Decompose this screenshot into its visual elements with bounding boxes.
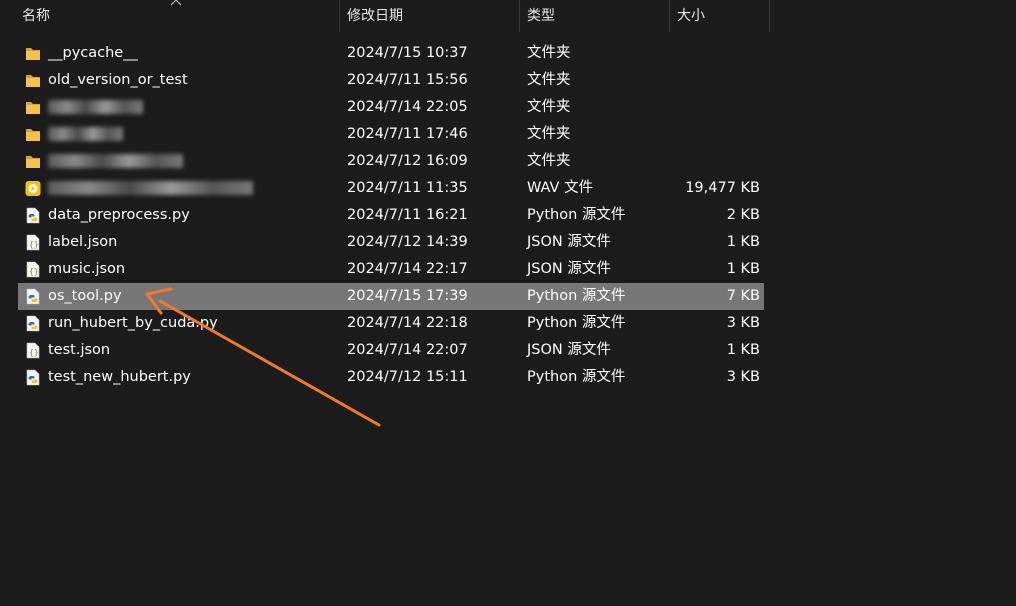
file-modified-date: 2024/7/14 22:17 xyxy=(347,261,468,277)
file-name: run_hubert_by_cuda.py xyxy=(48,315,218,331)
file-size: 3 KB xyxy=(726,369,760,385)
redacted-name xyxy=(48,127,123,141)
file-row[interactable]: old_version_or_test 2024/7/11 15:56 文件夹 xyxy=(0,67,770,94)
folder-icon xyxy=(25,126,41,143)
file-type: JSON 源文件 xyxy=(527,234,611,250)
file-modified-date: 2024/7/11 16:21 xyxy=(347,207,468,223)
file-row[interactable]: {} test.json 2024/7/14 22:07 JSON 源文件 1 KB xyxy=(0,337,770,364)
file-type: 文件夹 xyxy=(527,72,571,88)
file-row-selected[interactable]: os_tool.py 2024/7/15 17:39 Python 源文件 7 KB xyxy=(18,283,764,310)
python-file-icon xyxy=(25,207,41,224)
file-name xyxy=(48,121,123,148)
file-size: 1 KB xyxy=(726,234,760,250)
file-name: data_preprocess.py xyxy=(48,207,190,223)
file-list: __pycache__ 2024/7/15 10:37 文件夹 old_version… xyxy=(0,40,770,391)
file-name xyxy=(48,94,143,121)
file-type: Python 源文件 xyxy=(527,369,626,385)
file-type: 文件夹 xyxy=(527,153,571,169)
folder-icon xyxy=(25,72,41,89)
file-size: 2 KB xyxy=(726,207,760,223)
folder-icon xyxy=(25,153,41,170)
file-name: music.json xyxy=(48,261,126,277)
file-name xyxy=(48,175,253,202)
file-name: label.json xyxy=(48,234,118,250)
file-modified-date: 2024/7/14 22:05 xyxy=(347,99,468,115)
file-modified-date: 2024/7/14 22:07 xyxy=(347,342,468,358)
file-row[interactable]: test_new_hubert.py 2024/7/12 15:11 Python … xyxy=(0,364,770,391)
redacted-name xyxy=(48,181,253,195)
column-header-type[interactable]: 类型 xyxy=(519,0,669,32)
column-header: 名称 修改日期 类型 大小 xyxy=(0,0,770,32)
python-file-icon xyxy=(25,315,41,332)
file-name: test.json xyxy=(48,342,111,358)
file-modified-date: 2024/7/15 10:37 xyxy=(347,45,468,61)
file-type: 文件夹 xyxy=(527,126,571,142)
file-row[interactable]: __pycache__ 2024/7/15 10:37 文件夹 xyxy=(0,40,770,67)
file-row[interactable]: {} label.json 2024/7/12 14:39 JSON 源文件 1 KB xyxy=(0,229,770,256)
file-row[interactable]: 2024/7/11 17:46 文件夹 xyxy=(0,121,770,148)
file-row[interactable]: 2024/7/11 11:35 WAV 文件 19,477 KB xyxy=(0,175,770,202)
file-row[interactable]: 2024/7/14 22:05 文件夹 xyxy=(0,94,770,121)
file-type: 文件夹 xyxy=(527,45,571,61)
svg-text:{}: {} xyxy=(29,348,39,357)
file-name: os_tool.py xyxy=(48,288,122,304)
column-header-date[interactable]: 修改日期 xyxy=(339,0,519,32)
json-file-icon: {} xyxy=(25,342,41,359)
svg-text:{}: {} xyxy=(29,267,39,276)
file-name xyxy=(48,148,183,175)
file-modified-date: 2024/7/12 15:11 xyxy=(347,369,468,385)
json-file-icon: {} xyxy=(25,234,41,251)
file-size: 1 KB xyxy=(726,342,760,358)
file-row[interactable]: data_preprocess.py 2024/7/11 16:21 Python … xyxy=(0,202,770,229)
file-explorer-view: 名称 修改日期 类型 大小 __pycache__ 2024/7/15 10:37… xyxy=(0,0,1016,606)
file-type: Python 源文件 xyxy=(527,207,626,223)
python-file-icon xyxy=(25,369,41,386)
file-size: 19,477 KB xyxy=(685,180,760,196)
folder-icon xyxy=(25,45,41,62)
redacted-name xyxy=(48,100,143,114)
file-type: JSON 源文件 xyxy=(527,342,611,358)
file-modified-date: 2024/7/15 17:39 xyxy=(347,288,468,304)
file-modified-date: 2024/7/12 16:09 xyxy=(347,153,468,169)
column-header-name[interactable]: 名称 xyxy=(14,0,340,32)
folder-icon xyxy=(25,99,41,116)
file-modified-date: 2024/7/12 14:39 xyxy=(347,234,468,250)
file-name: __pycache__ xyxy=(48,45,138,61)
audio-file-icon xyxy=(25,180,41,197)
file-size: 1 KB xyxy=(726,261,760,277)
file-modified-date: 2024/7/14 22:18 xyxy=(347,315,468,331)
json-file-icon: {} xyxy=(25,261,41,278)
file-row[interactable]: run_hubert_by_cuda.py 2024/7/14 22:18 Pyth… xyxy=(0,310,770,337)
column-header-size[interactable]: 大小 xyxy=(669,0,769,32)
file-type: WAV 文件 xyxy=(527,180,594,196)
svg-text:{}: {} xyxy=(29,240,39,249)
file-name: test_new_hubert.py xyxy=(48,369,191,385)
redacted-name xyxy=(48,154,183,168)
file-modified-date: 2024/7/11 17:46 xyxy=(347,126,468,142)
file-size: 3 KB xyxy=(726,315,760,331)
column-divider[interactable] xyxy=(769,0,770,32)
file-type: JSON 源文件 xyxy=(527,261,611,277)
file-type: Python 源文件 xyxy=(527,288,626,304)
file-row[interactable]: {} music.json 2024/7/14 22:17 JSON 源文件 1 KB xyxy=(0,256,770,283)
file-size: 7 KB xyxy=(726,288,760,304)
python-file-icon xyxy=(25,288,41,305)
file-modified-date: 2024/7/11 11:35 xyxy=(347,180,468,196)
file-modified-date: 2024/7/11 15:56 xyxy=(347,72,468,88)
file-row[interactable]: 2024/7/12 16:09 文件夹 xyxy=(0,148,770,175)
file-name: old_version_or_test xyxy=(48,72,188,88)
file-type: Python 源文件 xyxy=(527,315,626,331)
file-type: 文件夹 xyxy=(527,99,571,115)
